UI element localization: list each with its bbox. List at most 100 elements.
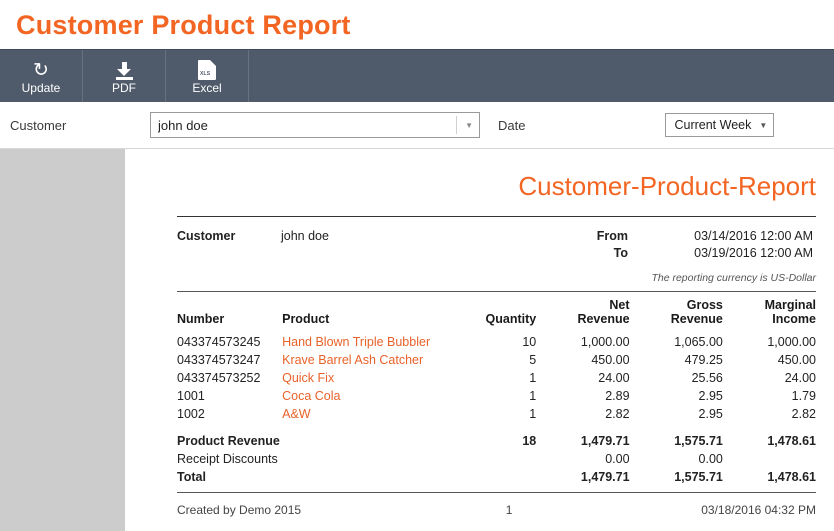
summary-marginal: 1,478.61 [767,434,816,448]
cell-marginal: 2.82 [791,407,816,421]
report-meta: Customer john doe From 03/14/2016 12:00 … [177,217,824,266]
col-net-revenue-line2: Revenue [577,312,630,326]
summary-quantity [461,468,545,486]
date-range-value: Current Week [674,118,752,132]
cell-quantity: 1 [529,371,537,385]
page-title: Customer Product Report [16,10,351,40]
summary-gross: 0.00 [698,452,723,466]
customer-select[interactable]: ▼ [150,112,480,138]
cell-product[interactable]: Hand Blown Triple Bubbler [282,333,461,351]
customer-input[interactable] [151,116,450,134]
cell-marginal: 450.00 [777,353,816,367]
cell-number: 043374573252 [177,371,261,385]
cell-gross: 1,065.00 [674,335,723,349]
excel-button[interactable]: XLS Excel [166,50,249,102]
product-table: Number Product Quantity Net Revenue Gros… [177,292,824,486]
footer-page-number: 1 [505,503,513,517]
combo-divider [456,116,457,134]
cell-marginal: 1.79 [791,389,816,403]
summary-net: 0.00 [605,452,630,466]
date-range-select[interactable]: Current Week ▼ [665,113,775,137]
summary-quantity [461,450,545,468]
meta-to-label: To [613,246,628,260]
pdf-button[interactable]: PDF [83,50,166,102]
xls-file-icon: XLS [198,58,216,80]
col-gross-revenue-line1: Gross [686,298,723,312]
footer-created-by: Created by Demo 2015 [177,503,302,517]
currency-note: The reporting currency is US-Dollar [651,272,816,284]
pdf-button-label: PDF [112,80,136,95]
chevron-down-icon[interactable]: ▼ [465,113,473,137]
col-net-revenue: Net Revenue [544,292,637,333]
table-row: 1002 A&W 1 2.82 2.95 2.82 [177,405,824,423]
summary-label: Total [177,470,206,484]
summary-net: 1,479.71 [580,434,630,448]
cell-product[interactable]: Coca Cola [282,387,461,405]
cell-number: 1002 [177,407,205,421]
filter-bar: Customer ▼ Date Current Week ▼ [0,102,834,149]
summary-marginal [731,450,824,468]
report-page: Customer-Product-Report Customer john do… [125,149,834,531]
col-net-revenue-line1: Net [609,298,630,312]
spacer-row [177,423,824,432]
col-gross-revenue: Gross Revenue [638,292,731,333]
chevron-down-icon-date[interactable]: ▼ [759,121,767,130]
cell-number: 043374573245 [177,335,261,349]
update-button[interactable]: ↻ Update [0,50,83,102]
summary-row-receipt-discounts: Receipt Discounts 0.00 0.00 [177,450,824,468]
col-quantity: Quantity [485,312,537,326]
table-row: 043374573245 Hand Blown Triple Bubbler 1… [177,333,824,351]
meta-from-value: 03/14/2016 12:00 AM [694,229,813,243]
cell-quantity: 10 [522,335,537,349]
cell-net: 450.00 [591,353,630,367]
update-button-label: Update [21,80,61,95]
summary-row-total: Total 1,479.71 1,575.71 1,478.61 [177,468,824,486]
cell-gross: 479.25 [684,353,723,367]
summary-row-product-revenue: Product Revenue 18 1,479.71 1,575.71 1,4… [177,432,824,450]
footer-timestamp: 03/18/2016 04:32 PM [701,503,816,517]
summary-net: 1,479.71 [580,470,630,484]
cell-gross: 2.95 [698,389,723,403]
summary-gross: 1,575.71 [674,470,723,484]
download-icon [115,58,133,80]
customer-filter-label: Customer [10,117,67,133]
meta-customer-label: Customer [177,229,236,243]
summary-label: Product Revenue [177,434,280,448]
report-canvas: Customer-Product-Report Customer john do… [0,149,834,531]
cell-net: 24.00 [598,371,630,385]
summary-label: Receipt Discounts [177,452,278,466]
col-gross-revenue-line2: Revenue [670,312,723,326]
cell-net: 2.89 [605,389,630,403]
meta-from-label: From [596,229,628,243]
col-product: Product [282,312,330,326]
toolbar: ↻ Update PDF XLS Excel [0,49,834,102]
table-row: 043374573247 Krave Barrel Ash Catcher 5 … [177,351,824,369]
cell-gross: 2.95 [698,407,723,421]
summary-marginal: 1,478.61 [767,470,816,484]
table-row: 1001 Coca Cola 1 2.89 2.95 1.79 [177,387,824,405]
cell-marginal: 24.00 [784,371,816,385]
cell-net: 2.82 [605,407,630,421]
col-number: Number [177,312,225,326]
cell-net: 1,000.00 [580,335,630,349]
cell-quantity: 1 [529,389,537,403]
cell-product[interactable]: Krave Barrel Ash Catcher [282,351,461,369]
meta-to-value: 03/19/2016 12:00 AM [694,246,813,260]
col-marginal-income-line2: Income [772,312,816,326]
summary-quantity: 18 [522,434,537,448]
date-filter-label: Date [498,117,526,133]
excel-button-label: Excel [192,80,222,95]
cell-gross: 25.56 [691,371,723,385]
cell-number: 1001 [177,389,205,403]
cell-quantity: 1 [529,407,537,421]
cell-number: 043374573247 [177,353,261,367]
table-header-row: Number Product Quantity Net Revenue Gros… [177,292,824,333]
cell-quantity: 5 [529,353,537,367]
cell-marginal: 1,000.00 [767,335,816,349]
cell-product[interactable]: Quick Fix [282,369,461,387]
table-row: 043374573252 Quick Fix 1 24.00 25.56 24.… [177,369,824,387]
refresh-icon: ↻ [33,59,49,81]
cell-product[interactable]: A&W [282,405,461,423]
footer-rule [177,492,816,493]
report-title: Customer-Product-Report [518,171,816,201]
